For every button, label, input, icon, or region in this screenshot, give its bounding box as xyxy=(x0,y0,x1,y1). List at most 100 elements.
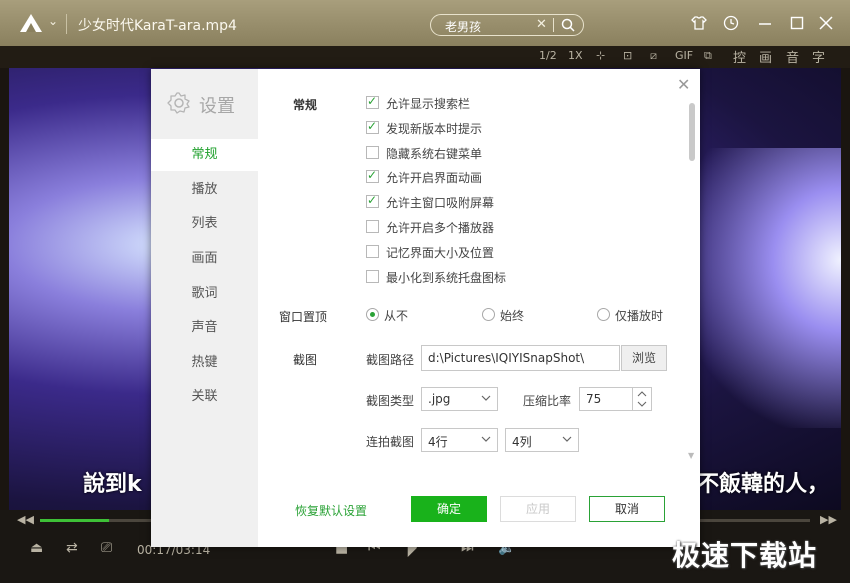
skin-icon[interactable] xyxy=(690,14,708,32)
ok-button[interactable]: 确定 xyxy=(411,496,487,522)
checkbox-label: 发现新版本时提示 xyxy=(386,121,483,136)
radio-circle xyxy=(482,308,495,321)
checkbox-label: 允许开启多个播放器 xyxy=(386,221,495,235)
ratio-value: 75 xyxy=(586,392,602,406)
checkbox-box: ✓ xyxy=(366,193,379,209)
radio-circle xyxy=(597,308,610,321)
radio-label: 始终 xyxy=(500,309,525,323)
nav-sound[interactable]: 声音 xyxy=(151,312,258,344)
eject-icon[interactable]: ⏏ xyxy=(30,540,43,556)
picture-tab[interactable]: 画 xyxy=(759,47,772,66)
repeat-icon[interactable]: ⇄ xyxy=(66,540,78,556)
gif-button[interactable]: GIF xyxy=(675,49,693,62)
checkbox-box: ✓ xyxy=(366,168,379,184)
watermark: 极速下载站 xyxy=(672,539,818,572)
logo-icon[interactable] xyxy=(18,12,44,34)
nav-general[interactable]: 常规 xyxy=(151,139,258,171)
maximize-icon[interactable] xyxy=(788,14,806,32)
section-general: 常规 xyxy=(293,98,318,112)
burst-rows-select[interactable]: 4行 xyxy=(421,428,498,452)
progress-fill xyxy=(40,519,110,522)
spinner xyxy=(632,388,651,410)
subtitle-text-left: 說到k xyxy=(83,472,142,497)
checkbox-label: 允许开启界面动画 xyxy=(386,171,483,186)
select-value: 4列 xyxy=(512,435,532,449)
chevron-down-icon[interactable] xyxy=(637,400,647,408)
radio-label: 仅播放时 xyxy=(615,309,664,323)
burst-label: 连拍截图 xyxy=(366,435,415,449)
title-bar: ⌄ 少女时代KaraT-ara.mp4 ✕ xyxy=(0,0,850,46)
player-toolbar: 1/2 1X ⊹ ⊡ ⧄ GIF ⧉ 控 画 音 字 xyxy=(0,46,850,68)
select-value: .jpg xyxy=(428,392,451,406)
minimize-icon[interactable] xyxy=(756,14,774,32)
checkbox-label: 允许主窗口吸附屏幕 xyxy=(386,196,495,211)
settings-header: 设置 xyxy=(167,91,257,117)
window-icon[interactable]: ⧉ xyxy=(704,49,712,63)
title-separator xyxy=(66,14,67,34)
nav-picture[interactable]: 画面 xyxy=(151,243,258,275)
crop-icon[interactable]: ⊹ xyxy=(596,49,605,62)
check-icon: ✓ xyxy=(367,94,378,108)
chevron-up-icon[interactable] xyxy=(637,390,647,398)
checkbox-label: 隐藏系统右键菜单 xyxy=(386,146,483,161)
nav-associations[interactable]: 关联 xyxy=(151,381,258,413)
path-label: 截图路径 xyxy=(366,353,415,367)
checkbox-box xyxy=(366,244,379,258)
control-tab[interactable]: 控 xyxy=(733,47,746,66)
clear-icon[interactable]: ✕ xyxy=(536,17,547,32)
checkbox-box xyxy=(366,269,379,283)
nav-hotkeys[interactable]: 热键 xyxy=(151,347,258,379)
screenshot-icon[interactable]: ⧄ xyxy=(650,49,657,63)
search-input[interactable] xyxy=(443,16,537,36)
chevron-down-icon[interactable]: ⌄ xyxy=(48,14,58,28)
check-icon: ✓ xyxy=(367,168,378,183)
check-icon: ✓ xyxy=(367,118,378,133)
video-glow xyxy=(681,148,841,428)
settings-content: 常规 ✓ 允许显示搜索栏 ✓ 发现新版本时提示 隐藏系统右键菜单 ✓ 允许开启界面动画 ✓ 允许… xyxy=(258,69,700,547)
nav-lyrics[interactable]: 歌词 xyxy=(151,278,258,310)
settings-dialog: 设置 常规 播放 列表 画面 歌词 声音 热键 关联 ✕ 常规 ✓ 允许显示搜索栏… xyxy=(151,69,700,547)
chevron-down-icon xyxy=(562,436,572,442)
checkbox-box xyxy=(366,220,379,233)
apply-button[interactable]: 应用 xyxy=(500,496,576,522)
original-size-button[interactable]: 1X xyxy=(568,49,583,62)
scroll-thumb[interactable] xyxy=(689,103,695,161)
half-size-button[interactable]: 1/2 xyxy=(539,49,557,62)
chevron-down-icon xyxy=(481,395,491,401)
scrollbar[interactable]: ▼ xyxy=(688,97,695,460)
checkbox-box: ✓ xyxy=(366,94,379,109)
checkbox-label: 记忆界面大小及位置 xyxy=(386,245,495,260)
audio-tab[interactable]: 音 xyxy=(786,47,799,66)
close-icon[interactable] xyxy=(817,14,835,32)
burst-cols-select[interactable]: 4列 xyxy=(505,428,579,452)
nav-playback[interactable]: 播放 xyxy=(151,174,258,206)
clock-icon[interactable] xyxy=(722,14,740,32)
forward-icon[interactable]: ▶▶ xyxy=(820,513,837,526)
checkbox-box xyxy=(366,145,379,159)
section-ontop: 窗口置顶 xyxy=(279,310,328,324)
frame-icon[interactable]: ⊡ xyxy=(623,49,632,62)
section-screenshot: 截图 xyxy=(293,353,318,367)
radio-dot xyxy=(370,312,375,317)
scroll-down-icon[interactable]: ▼ xyxy=(688,451,694,460)
check-icon: ✓ xyxy=(367,193,378,208)
browse-button[interactable]: 浏览 xyxy=(621,345,667,371)
cancel-button[interactable]: 取消 xyxy=(589,496,665,522)
checkbox-label: 允许显示搜索栏 xyxy=(386,97,471,111)
screenshot-path-input[interactable] xyxy=(421,345,620,371)
checkbox-box: ✓ xyxy=(366,118,379,134)
screenshot-type-select[interactable]: .jpg xyxy=(421,387,498,411)
search-icon[interactable] xyxy=(560,17,576,33)
cast-icon[interactable]: ⎚ xyxy=(101,540,112,556)
search-box: ✕ xyxy=(430,14,584,36)
restore-defaults-link[interactable]: 恢复默认设置 xyxy=(295,502,367,519)
ratio-label: 压缩比率 xyxy=(523,394,572,408)
settings-sidebar: 设置 常规 播放 列表 画面 歌词 声音 热键 关联 xyxy=(151,69,258,547)
radio-label: 从不 xyxy=(384,309,409,323)
checkbox-label: 最小化到系统托盘图标 xyxy=(386,270,507,285)
rewind-icon[interactable]: ◀◀ xyxy=(17,513,34,526)
search-divider xyxy=(553,18,554,32)
nav-playlist[interactable]: 列表 xyxy=(151,208,258,240)
compression-ratio-stepper[interactable]: 75 xyxy=(579,387,652,411)
subtitle-tab[interactable]: 字 xyxy=(812,47,825,66)
